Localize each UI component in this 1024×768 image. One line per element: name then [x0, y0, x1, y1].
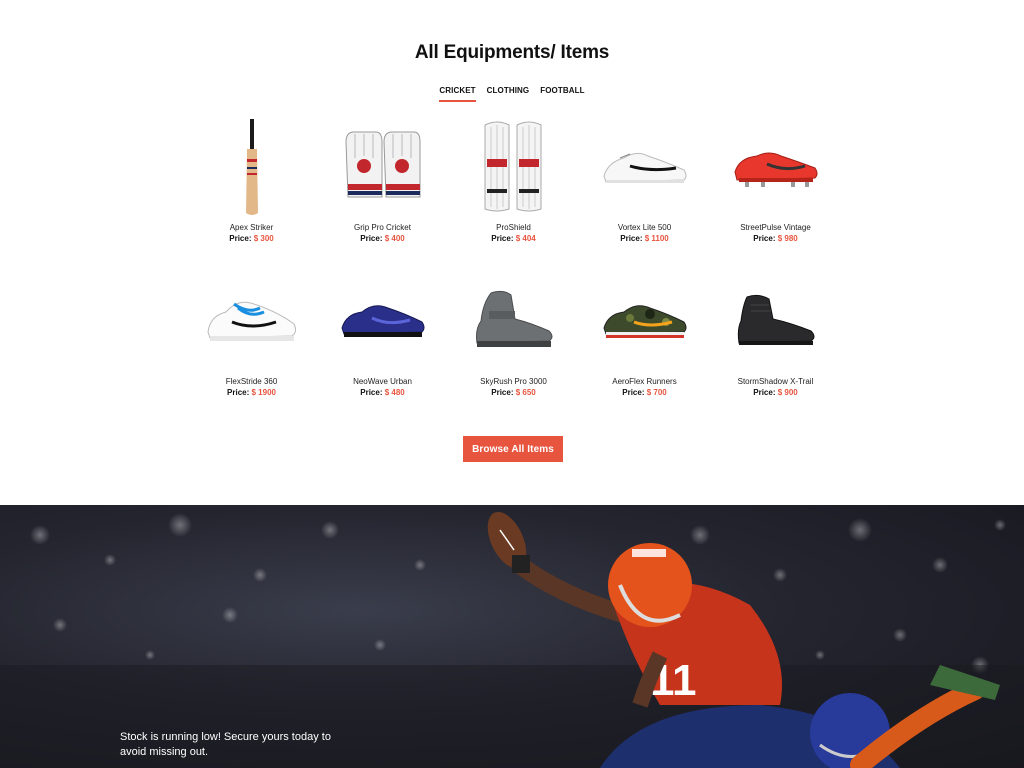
price-label: Price: — [491, 388, 514, 397]
product-name: SkyRush Pro 3000 — [480, 377, 547, 386]
product-price: Price: $ 900 — [710, 387, 841, 398]
product-name: Grip Pro Cricket — [354, 223, 411, 232]
tab-cricket[interactable]: CRICKET — [439, 86, 476, 102]
section-title: All Equipments/ Items — [414, 42, 610, 63]
product-price: Price: $ 300 — [186, 233, 317, 244]
product-price: Price: $ 1100 — [579, 233, 710, 244]
batting-pads-icon — [448, 112, 579, 222]
product-card[interactable]: Apex Striker Price: $ 300 — [186, 112, 317, 244]
price-label: Price: — [753, 234, 776, 243]
product-card[interactable]: FlexStride 360 Price: $ 1900 — [186, 266, 317, 398]
product-card[interactable]: ProShield Price: $ 404 — [448, 112, 579, 244]
price-value: $ 650 — [515, 388, 536, 397]
product-price: Price: $ 650 — [448, 387, 579, 398]
price-label: Price: — [360, 234, 383, 243]
price-value: $ 1100 — [644, 234, 669, 243]
product-name: Apex Striker — [229, 223, 274, 232]
product-price: Price: $ 700 — [579, 387, 710, 398]
browse-all-items-button[interactable]: Browse All Items — [463, 436, 563, 462]
price-value: $ 700 — [646, 388, 667, 397]
hero-text: Stock is running low! Secure yours today… — [120, 731, 331, 758]
product-price: Price: $ 1900 — [186, 387, 317, 398]
product-card[interactable]: AeroFlex Runners Price: $ 700 — [579, 266, 710, 398]
black-high-top-icon — [710, 266, 841, 376]
product-card[interactable]: Grip Pro Cricket Price: $ 400 — [317, 112, 448, 244]
price-label: Price: — [360, 388, 383, 397]
price-label: Price: — [229, 234, 252, 243]
price-label: Price: — [491, 234, 514, 243]
product-name: ProShield — [496, 223, 531, 232]
price-value: $ 980 — [777, 234, 798, 243]
batting-gloves-icon — [317, 112, 448, 222]
product-card[interactable]: SkyRush Pro 3000 Price: $ 650 — [448, 266, 579, 398]
price-label: Price: — [620, 234, 643, 243]
price-label: Price: — [622, 388, 645, 397]
football-boot-icon — [710, 112, 841, 222]
hero-banner: 11 Stock is running low! Secure yours to… — [0, 505, 1024, 768]
product-row: Apex Striker Price: $ 300 Grip Pro Crick… — [186, 112, 841, 244]
tab-football[interactable]: FOOTBALL — [540, 86, 584, 102]
running-shoe-icon — [317, 266, 448, 376]
product-name: StreetPulse Vintage — [740, 223, 811, 232]
product-name: AeroFlex Runners — [612, 377, 677, 386]
product-card[interactable]: StormShadow X-Trail Price: $ 900 — [710, 266, 841, 398]
product-card[interactable]: StreetPulse Vintage Price: $ 980 — [710, 112, 841, 244]
product-row: FlexStride 360 Price: $ 1900 NeoWave Urb… — [186, 266, 841, 398]
tab-clothing[interactable]: CLOTHING — [487, 86, 530, 102]
spike-shoe-icon — [579, 112, 710, 222]
cricket-bat-icon — [186, 112, 317, 222]
product-price: Price: $ 404 — [448, 233, 579, 244]
product-name: NeoWave Urban — [353, 377, 412, 386]
price-value: $ 300 — [253, 234, 274, 243]
category-tabs: CRICKET CLOTHING FOOTBALL — [0, 86, 1024, 102]
product-name: Vortex Lite 500 — [617, 223, 672, 232]
product-grid: Apex Striker Price: $ 300 Grip Pro Crick… — [186, 112, 841, 398]
camo-runner-icon — [579, 266, 710, 376]
product-card[interactable]: NeoWave Urban Price: $ 480 — [317, 266, 448, 398]
high-top-sneaker-icon — [448, 266, 579, 376]
tennis-shoe-icon — [186, 266, 317, 376]
product-price: Price: $ 400 — [317, 233, 448, 244]
product-price: Price: $ 480 — [317, 387, 448, 398]
price-value: $ 404 — [515, 234, 536, 243]
product-name: FlexStride 360 — [225, 377, 278, 386]
product-name: StormShadow X-Trail — [737, 377, 814, 386]
price-value: $ 900 — [777, 388, 798, 397]
price-label: Price: — [753, 388, 776, 397]
football-player-image: 11 — [0, 511, 1024, 768]
price-value: $ 480 — [384, 388, 405, 397]
price-label: Price: — [227, 388, 250, 397]
price-value: $ 400 — [384, 234, 405, 243]
price-value: $ 1900 — [251, 388, 276, 397]
product-price: Price: $ 980 — [710, 233, 841, 244]
product-card[interactable]: Vortex Lite 500 Price: $ 1100 — [579, 112, 710, 244]
